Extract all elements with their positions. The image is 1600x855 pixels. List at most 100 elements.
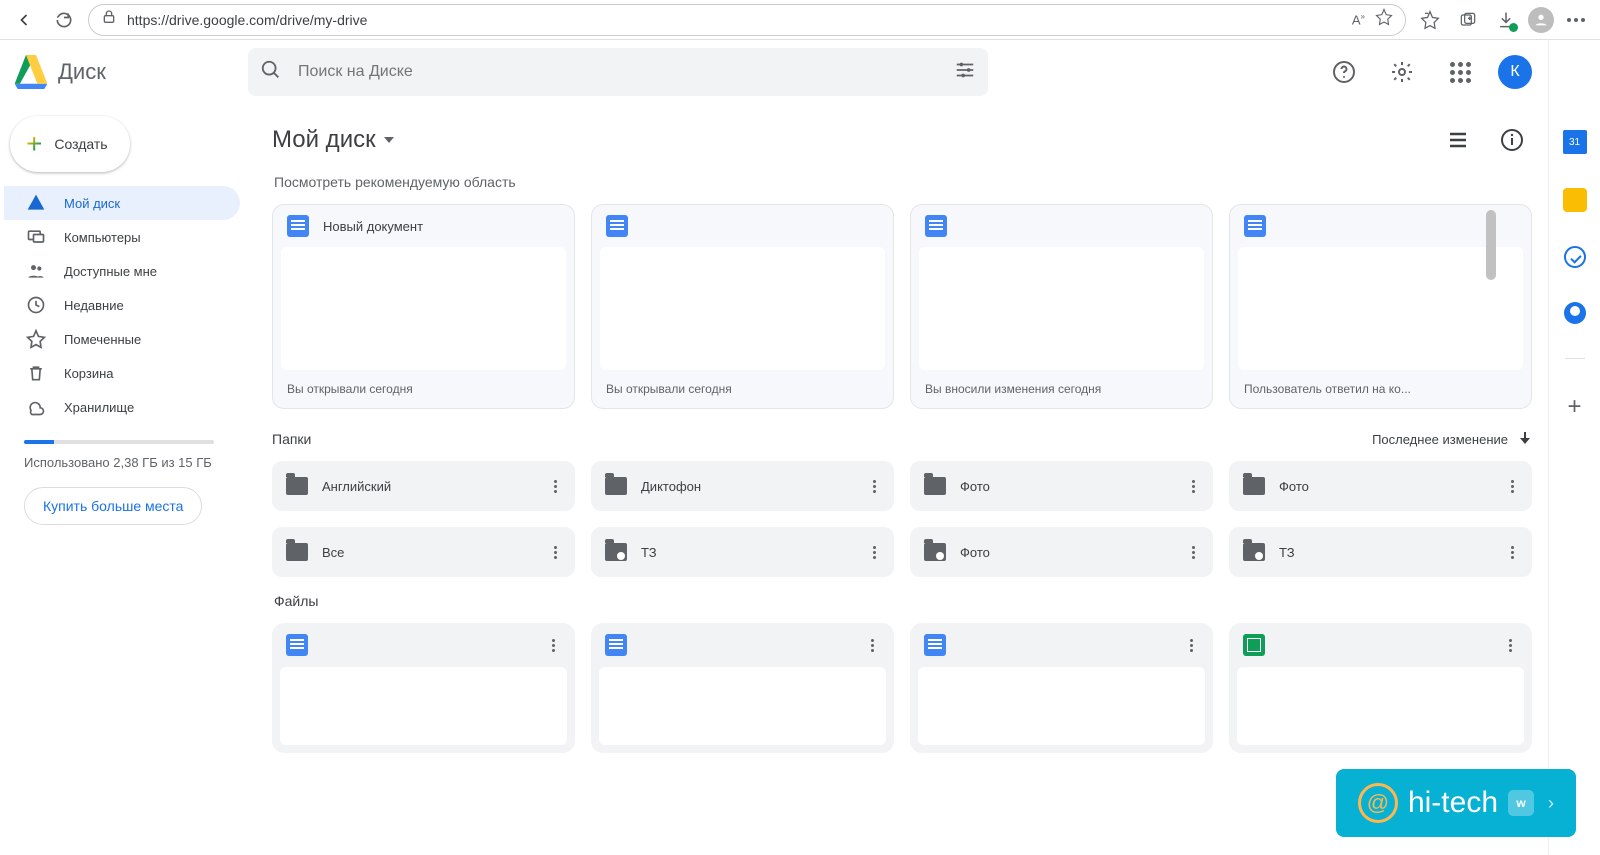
more-icon[interactable]: [1498, 633, 1522, 657]
file-preview: [918, 667, 1205, 745]
browser-refresh-button[interactable]: [48, 4, 80, 36]
search-bar[interactable]: [248, 48, 988, 96]
sugg-preview: [281, 247, 566, 370]
nav-trash[interactable]: Корзина: [4, 356, 240, 390]
browser-back-button[interactable]: [8, 4, 40, 36]
favorites-icon[interactable]: [1414, 4, 1446, 36]
more-icon[interactable]: [862, 540, 886, 564]
nav-label: Доступные мне: [64, 264, 157, 279]
folder-card[interactable]: ТЗ: [591, 527, 894, 577]
at-icon: @: [1358, 783, 1398, 823]
folder-card[interactable]: Фото: [1229, 461, 1532, 511]
apps-icon[interactable]: [1440, 52, 1480, 92]
create-button[interactable]: Создать: [10, 116, 130, 172]
file-card[interactable]: [1229, 623, 1532, 753]
keep-app-icon[interactable]: [1563, 188, 1587, 212]
search-input[interactable]: [298, 63, 938, 81]
suggested-card[interactable]: Новый документ Вы открывали сегодня: [272, 204, 575, 409]
breadcrumb[interactable]: Мой диск: [272, 126, 394, 154]
star-icon[interactable]: [1375, 8, 1393, 31]
browser-menu-icon[interactable]: [1560, 4, 1592, 36]
breadcrumb-label: Мой диск: [272, 126, 376, 154]
url-text: https://drive.google.com/drive/my-drive: [127, 12, 1342, 28]
more-icon[interactable]: [1500, 474, 1524, 498]
help-icon[interactable]: [1324, 52, 1364, 92]
nav-recent[interactable]: Недавние: [4, 288, 240, 322]
nav-label: Мой диск: [64, 196, 120, 211]
storage-text: Использовано 2,38 ГБ из 15 ГБ: [24, 454, 224, 473]
folder-name: Все: [322, 545, 529, 560]
file-preview: [599, 667, 886, 745]
user-avatar[interactable]: К: [1498, 55, 1532, 89]
file-card[interactable]: [272, 623, 575, 753]
more-icon[interactable]: [543, 474, 567, 498]
arrow-down-icon: [1518, 432, 1532, 446]
nav-label: Хранилище: [64, 400, 134, 415]
more-icon[interactable]: [1500, 540, 1524, 564]
nav-my-drive[interactable]: Мой диск: [4, 186, 240, 220]
more-icon[interactable]: [1181, 540, 1205, 564]
downloads-icon[interactable]: [1490, 4, 1522, 36]
suggested-card[interactable]: Вы открывали сегодня: [591, 204, 894, 409]
shared-folder-icon: [605, 543, 627, 561]
folder-card[interactable]: Все: [272, 527, 575, 577]
nav-storage[interactable]: Хранилище: [4, 390, 240, 424]
collections-icon[interactable]: [1452, 4, 1484, 36]
folder-name: Английский: [322, 479, 529, 494]
more-icon[interactable]: [1181, 474, 1205, 498]
folder-name: Фото: [960, 479, 1167, 494]
lock-icon: [101, 9, 117, 30]
sort-button[interactable]: Последнее изменение: [1372, 432, 1532, 447]
browser-profile-icon[interactable]: [1528, 7, 1554, 33]
scrollbar-thumb[interactable]: [1486, 210, 1496, 280]
more-icon[interactable]: [1179, 633, 1203, 657]
sidebar: Создать Мой диск Компьютеры Доступные мн…: [0, 104, 250, 855]
more-icon[interactable]: [541, 633, 565, 657]
file-card[interactable]: [910, 623, 1213, 753]
sugg-reason: Пользователь ответил на ко...: [1230, 370, 1531, 408]
search-options-icon[interactable]: [954, 59, 976, 86]
sugg-reason: Вы открывали сегодня: [273, 370, 574, 408]
plus-icon: [26, 128, 42, 160]
doc-icon: [606, 215, 628, 237]
sugg-reason: Вы открывали сегодня: [592, 370, 893, 408]
folder-card[interactable]: ТЗ: [1229, 527, 1532, 577]
calendar-app-icon[interactable]: [1563, 130, 1587, 154]
contacts-app-icon[interactable]: [1564, 302, 1586, 324]
details-icon[interactable]: [1492, 120, 1532, 160]
suggested-card[interactable]: Вы вносили изменения сегодня: [910, 204, 1213, 409]
folder-name: Фото: [1279, 479, 1486, 494]
more-icon[interactable]: [543, 540, 567, 564]
folder-card[interactable]: Фото: [910, 461, 1213, 511]
folder-icon: [286, 477, 308, 495]
buy-storage-button[interactable]: Купить больше места: [24, 487, 202, 525]
sort-label: Последнее изменение: [1372, 432, 1508, 447]
folder-icon: [924, 477, 946, 495]
folder-icon: [286, 543, 308, 561]
folder-card[interactable]: Диктофон: [591, 461, 894, 511]
doc-icon: [924, 634, 946, 656]
watermark: @ hi-tech w ›: [1336, 769, 1576, 837]
address-bar[interactable]: https://drive.google.com/drive/my-drive …: [88, 4, 1406, 36]
read-aloud-icon[interactable]: A»: [1352, 12, 1365, 27]
storage-fill: [24, 440, 54, 444]
more-icon[interactable]: [862, 474, 886, 498]
create-button-label: Создать: [54, 136, 107, 152]
nav-starred[interactable]: Помеченные: [4, 322, 240, 356]
search-icon: [260, 59, 282, 86]
folder-card[interactable]: Английский: [272, 461, 575, 511]
brand-name: Диск: [58, 59, 106, 85]
more-icon[interactable]: [860, 633, 884, 657]
folder-card[interactable]: Фото: [910, 527, 1213, 577]
nav-computers[interactable]: Компьютеры: [4, 220, 240, 254]
list-view-icon[interactable]: [1438, 120, 1478, 160]
tasks-app-icon[interactable]: [1564, 246, 1586, 268]
app-header: Диск К: [0, 40, 1548, 104]
doc-icon: [1244, 215, 1266, 237]
storage-bar: [24, 440, 214, 444]
folder-name: ТЗ: [1279, 545, 1486, 560]
file-card[interactable]: [591, 623, 894, 753]
add-addon-icon[interactable]: +: [1567, 393, 1581, 421]
settings-icon[interactable]: [1382, 52, 1422, 92]
nav-shared[interactable]: Доступные мне: [4, 254, 240, 288]
